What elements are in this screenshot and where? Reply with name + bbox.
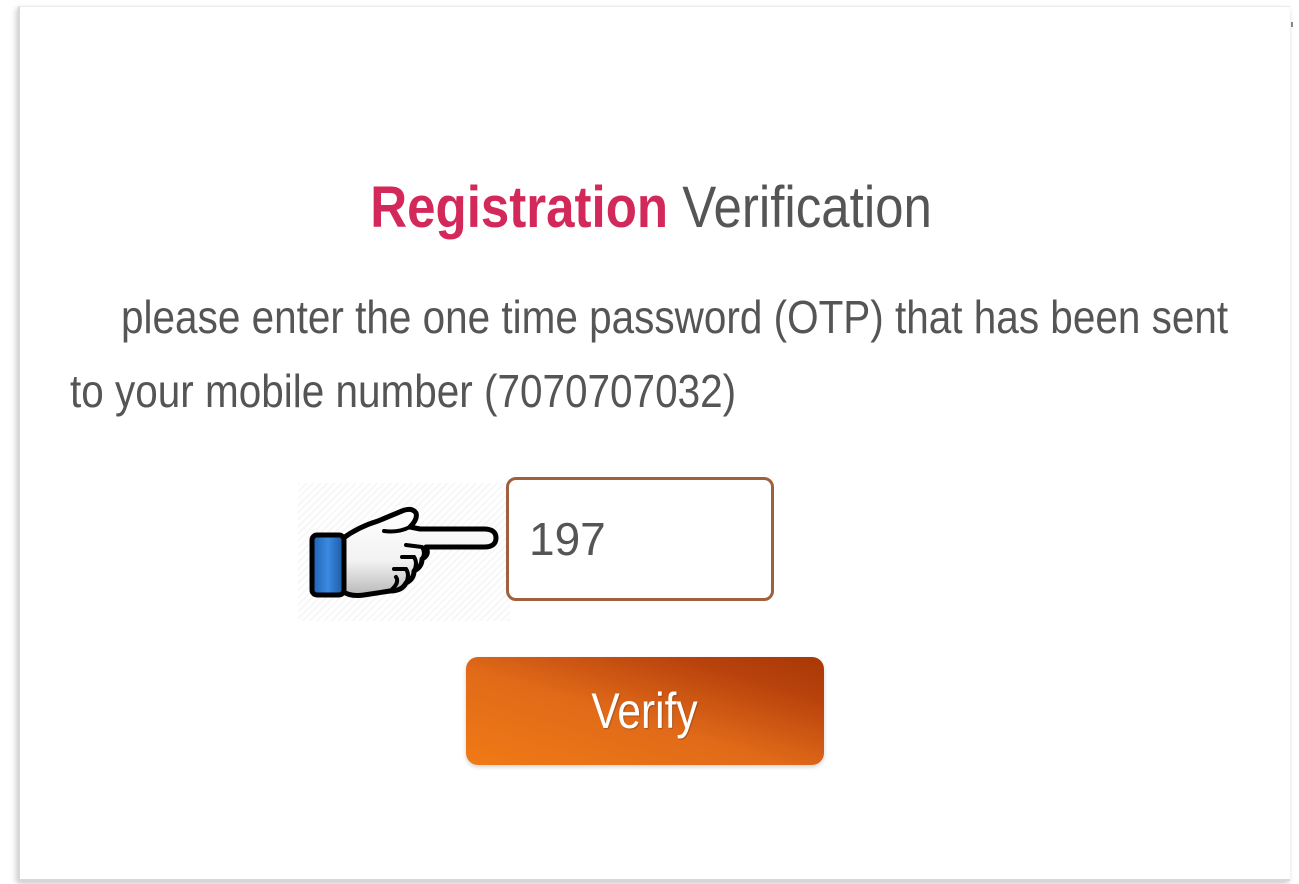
instructions-line-1: please enter the one time password (OTP)… <box>121 291 1229 343</box>
title-rest: Verification <box>682 175 932 240</box>
otp-input[interactable] <box>506 477 774 601</box>
title-accent: Registration <box>370 175 669 240</box>
otp-instructions: please enter the one time password (OTP)… <box>70 280 1229 428</box>
corner-mark <box>1291 22 1293 27</box>
page-title: Registration Verification <box>80 172 1223 244</box>
verify-button-label: Verify <box>591 683 699 739</box>
pointing-hand-icon <box>298 483 510 621</box>
instructions-line-2: to your mobile number (7070707032) <box>70 365 737 417</box>
verify-button[interactable]: Verify <box>466 657 824 765</box>
